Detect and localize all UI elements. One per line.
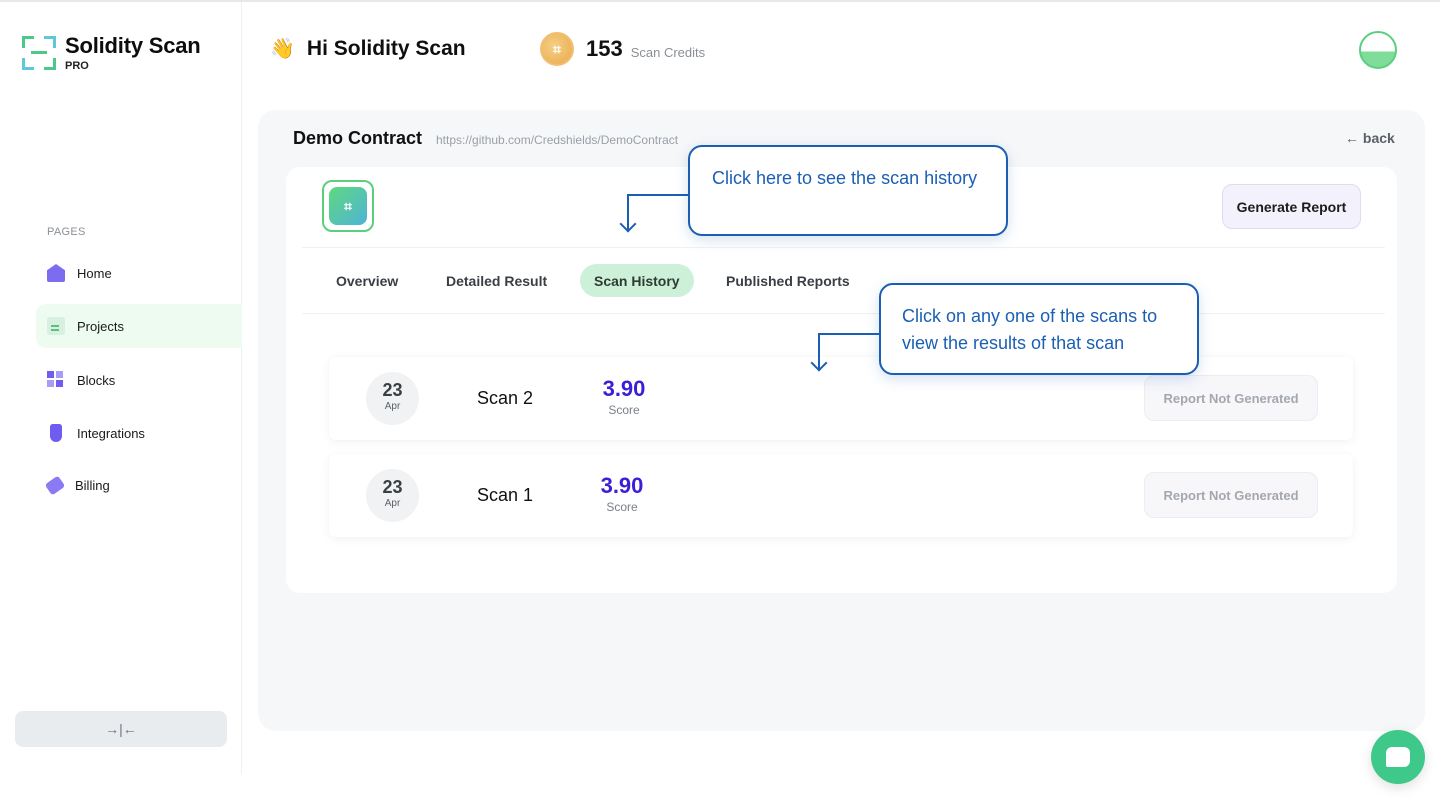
- divider: [302, 247, 1385, 248]
- collapse-sidebar-button[interactable]: →|←: [15, 711, 227, 747]
- wave-icon: 👋: [270, 38, 295, 60]
- scan-score: 3.90: [600, 473, 644, 498]
- scan-name: Scan 1: [477, 485, 534, 505]
- app-tier: PRO: [65, 60, 89, 72]
- divider: [302, 313, 1385, 314]
- sidebar-item-label: Billing: [75, 477, 110, 493]
- solidity-scan-logo-icon: [22, 36, 56, 70]
- scan-credits: ⌗ 153 Scan Credits: [540, 32, 705, 66]
- sidebar-item-label: Projects: [77, 318, 124, 334]
- chat-icon: [1386, 747, 1410, 767]
- sidebar-item-integrations[interactable]: Integrations: [36, 411, 242, 455]
- scan-badge: ⌗: [322, 180, 374, 232]
- user-avatar[interactable]: [1359, 31, 1397, 69]
- scan-date-month: Apr: [384, 498, 401, 509]
- scan-logo-icon: ⌗: [329, 187, 367, 225]
- scan-score-label: Score: [606, 500, 638, 514]
- callout-arrow: [627, 194, 689, 196]
- blocks-icon: [47, 371, 65, 389]
- scan-score: 3.90: [602, 376, 646, 401]
- sidebar-item-home[interactable]: Home: [36, 251, 242, 295]
- scan-row[interactable]: 23 Apr Scan 2 3.90 Score Report Not Gene…: [329, 357, 1353, 440]
- contract-url[interactable]: https://github.com/Credshields/DemoContr…: [436, 133, 678, 147]
- collapse-icon: →|←: [105, 721, 137, 737]
- sidebar-item-label: Home: [77, 265, 112, 281]
- scan-date: 23 Apr: [366, 372, 419, 425]
- app-name: Solidity Scan: [65, 33, 201, 58]
- callout-scans: Click on any one of the scans to view th…: [879, 283, 1199, 375]
- greeting: 👋 Hi Solidity Scan: [270, 36, 466, 61]
- sidebar-item-blocks[interactable]: Blocks: [36, 358, 242, 402]
- app-logo[interactable]: Solidity Scan PRO: [22, 33, 201, 72]
- scan-date-day: 23: [382, 477, 403, 497]
- callout-scan-history: Click here to see the scan history: [688, 145, 1008, 236]
- scan-score-label: Score: [608, 403, 640, 417]
- tab-detailed-result[interactable]: Detailed Result: [432, 264, 561, 297]
- sidebar-item-label: Integrations: [77, 425, 145, 441]
- greeting-text: Hi Solidity Scan: [306, 36, 466, 60]
- sidebar-item-billing[interactable]: Billing: [36, 463, 242, 507]
- callout-arrow: [818, 333, 880, 335]
- report-status-button[interactable]: Report Not Generated: [1144, 472, 1318, 518]
- sidebar: Solidity Scan PRO PAGES Home Projects Bl…: [0, 2, 242, 774]
- scan-date-month: Apr: [384, 401, 401, 412]
- sidebar-item-label: Blocks: [77, 372, 116, 388]
- integrations-icon: [50, 424, 62, 442]
- projects-icon: [47, 317, 65, 335]
- generate-report-button[interactable]: Generate Report: [1222, 184, 1361, 229]
- scan-row[interactable]: 23 Apr Scan 1 3.90 Score Report Not Gene…: [329, 454, 1353, 537]
- credits-label: Scan Credits: [630, 44, 706, 60]
- tab-published-reports[interactable]: Published Reports: [712, 264, 864, 297]
- scan-date: 23 Apr: [366, 469, 419, 522]
- contract-title: Demo Contract: [293, 128, 423, 148]
- chat-widget-button[interactable]: [1371, 730, 1425, 784]
- coin-icon: ⌗: [540, 32, 574, 66]
- credits-count: 153: [586, 36, 623, 61]
- tab-overview[interactable]: Overview: [322, 264, 412, 297]
- scan-date-day: 23: [382, 380, 403, 400]
- back-link[interactable]: ← back: [1345, 130, 1395, 146]
- home-icon: [47, 264, 65, 282]
- pages-section-label: PAGES: [47, 226, 86, 238]
- billing-icon: [44, 475, 66, 495]
- scan-name: Scan 2: [477, 388, 534, 408]
- sidebar-item-projects[interactable]: Projects: [36, 304, 242, 348]
- report-status-button[interactable]: Report Not Generated: [1144, 375, 1318, 421]
- tab-scan-history[interactable]: Scan History: [580, 264, 694, 297]
